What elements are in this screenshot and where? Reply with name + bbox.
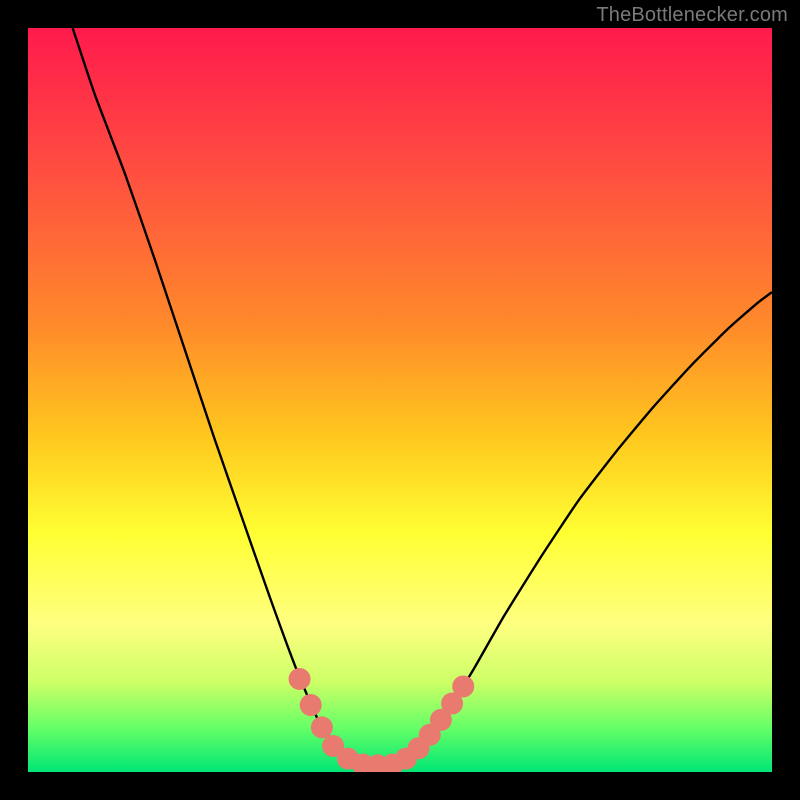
watermark-text: TheBottlenecker.com xyxy=(596,4,788,27)
highlight-dot xyxy=(289,668,311,690)
highlight-dot xyxy=(452,675,474,697)
highlight-dot xyxy=(311,716,333,738)
highlight-dot xyxy=(300,694,322,716)
bottleneck-chart xyxy=(0,0,800,800)
chart-frame: TheBottlenecker.com xyxy=(0,0,800,800)
